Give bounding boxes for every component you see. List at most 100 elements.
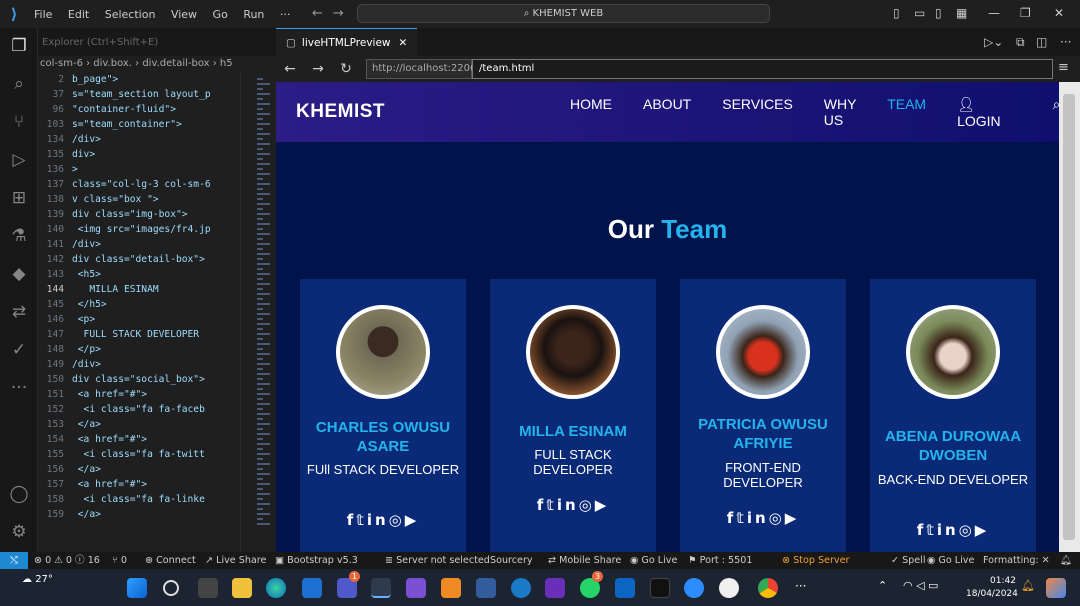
vscode-taskbar-icon[interactable] (371, 578, 391, 598)
copilot-icon[interactable] (1046, 578, 1066, 598)
file-explorer-icon[interactable] (232, 578, 252, 598)
nav-services[interactable]: SERVICES (722, 96, 793, 129)
formatting-button[interactable]: Formatting: ✕ (983, 552, 1050, 569)
forward-arrow-icon[interactable]: → (333, 6, 354, 21)
instagram-icon[interactable]: ◎ (389, 511, 405, 529)
more-actions-icon[interactable]: ··· (1060, 35, 1071, 49)
close-icon[interactable]: ✕ (1054, 6, 1064, 20)
linkedin-taskbar-icon[interactable] (615, 578, 635, 598)
source-control-icon[interactable]: ⑂ (9, 112, 29, 132)
sql-server-icon[interactable] (476, 578, 496, 598)
breadcrumb[interactable]: col-sm-6 › div.box. › div.detail-box › h… (38, 56, 276, 72)
stop-server-button[interactable]: ⊗ Stop Server (782, 552, 849, 569)
menu-view[interactable]: View (171, 8, 197, 21)
nav-home[interactable]: HOME (570, 96, 612, 129)
run-icon[interactable]: ▷⌄ (984, 35, 1003, 49)
server-status[interactable]: ≣ Server not selected (385, 552, 490, 569)
facebook-icon[interactable]: f (537, 496, 547, 514)
minimize-icon[interactable]: — (988, 6, 1000, 20)
linkedin-icon[interactable]: in (367, 511, 389, 529)
whatsapp-icon[interactable]: 3 (580, 571, 603, 598)
wifi-volume-battery-icon[interactable]: ◠ ◁ ▭ (903, 579, 938, 592)
bootstrap-version[interactable]: ▣ Bootstrap v5.3 (275, 552, 358, 569)
youtube-icon[interactable]: ▶ (785, 509, 800, 527)
more-icon[interactable]: ··· (9, 378, 29, 398)
more-apps-icon[interactable]: ··· (795, 579, 806, 593)
edge-icon[interactable] (266, 578, 286, 598)
forward-arrow-icon[interactable]: → (304, 61, 332, 77)
scrollbar-thumb[interactable] (1063, 94, 1075, 540)
discord-like-icon[interactable] (545, 578, 565, 598)
tray-chevron-icon[interactable]: ⌃ (878, 579, 887, 592)
facebook-icon[interactable]: f (917, 521, 927, 539)
nav-team[interactable]: TEAM (887, 96, 926, 129)
clock-date[interactable]: 18/04/2024 (966, 589, 1018, 599)
connect-button[interactable]: ⊕ Connect (145, 552, 196, 569)
nav-login[interactable]: 👤︎LOGIN (957, 96, 1032, 129)
twitter-icon[interactable]: 𝕥 (926, 521, 937, 539)
menu-run[interactable]: Run (243, 8, 264, 21)
notification-icon[interactable]: 🔔︎ (1021, 579, 1035, 592)
preview-scrollbar[interactable] (1059, 82, 1080, 552)
open-preview-icon[interactable]: ⧉ (1016, 35, 1025, 50)
port-indicator[interactable]: ⚑ Port : 5501 (688, 552, 752, 569)
problems-indicator[interactable]: ⊗ 0 ⚠ 0 ⓘ 16 (34, 552, 100, 569)
close-tab-icon[interactable]: ✕ (399, 37, 408, 49)
secondary-sidebar-icon[interactable]: ▯ (935, 6, 942, 20)
youtube-icon[interactable]: ▶ (975, 521, 990, 539)
visual-studio-icon[interactable] (406, 578, 426, 598)
remote-explorer-icon[interactable]: ⇄ (9, 302, 29, 322)
live-share-button[interactable]: ↗ Live Share (205, 552, 266, 569)
instagram-icon[interactable]: ◎ (769, 509, 785, 527)
nav-about[interactable]: ABOUT (643, 96, 691, 129)
testing-icon[interactable]: ⚗ (9, 226, 29, 246)
panel-toggle-icon[interactable]: ▭ (914, 6, 925, 20)
instagram-icon[interactable]: ◎ (579, 496, 595, 514)
task-view-icon[interactable] (198, 578, 218, 598)
xampp-icon[interactable] (441, 578, 461, 598)
menu-more[interactable]: ··· (280, 8, 291, 21)
weather-widget[interactable]: ☁︎ 27° (22, 574, 53, 585)
clock-time[interactable]: 01:42 (990, 576, 1016, 586)
notifications-bell-icon[interactable]: 🔔︎ (1060, 552, 1072, 569)
extensions-icon[interactable]: ⊞ (9, 188, 29, 208)
store-icon[interactable] (302, 578, 322, 598)
url-path-field[interactable]: /team.html (472, 59, 1053, 79)
menu-go[interactable]: Go (213, 8, 228, 21)
site-brand[interactable]: KHEMIST (296, 101, 385, 123)
instagram-icon[interactable]: ◎ (959, 521, 975, 539)
spell-button[interactable]: ✓ Spell (891, 552, 926, 569)
github-icon[interactable] (719, 578, 739, 598)
test-check-icon[interactable]: ✓ (9, 340, 29, 360)
account-icon[interactable]: ◯ (9, 484, 29, 504)
minimap[interactable] (240, 72, 276, 552)
linkedin-icon[interactable]: in (747, 509, 769, 527)
remote-indicator-icon[interactable]: ⤭ (0, 552, 28, 569)
back-arrow-icon[interactable]: ← (312, 6, 333, 21)
search-icon[interactable] (163, 580, 179, 596)
youtube-icon[interactable]: ▶ (595, 496, 610, 514)
app-store-icon[interactable] (511, 578, 531, 598)
command-center[interactable]: ⌕ KHEMIST WEB (357, 4, 770, 23)
hamburger-menu-icon[interactable]: ≡ (1058, 60, 1069, 75)
settings-gear-icon[interactable]: ⚙ (9, 522, 29, 542)
python-icon[interactable]: ◆ (9, 264, 29, 284)
menu-selection[interactable]: Selection (105, 8, 156, 21)
linkedin-icon[interactable]: in (557, 496, 579, 514)
tab-live-html-preview[interactable]: ▢ liveHTMLPreview ✕ (276, 28, 418, 56)
twitter-icon[interactable]: 𝕥 (356, 511, 367, 529)
tiktok-icon[interactable] (650, 578, 670, 598)
layout-toggle-icon[interactable]: ▯ (893, 6, 900, 20)
menu-file[interactable]: File (34, 8, 52, 21)
teams-icon[interactable]: 1 (337, 571, 360, 598)
windows-start-icon[interactable] (127, 578, 147, 598)
mobile-share-button[interactable]: ⇄ Mobile Share (548, 552, 621, 569)
reload-icon[interactable]: ↻ (332, 61, 360, 77)
twitter-icon[interactable]: 𝕥 (736, 509, 747, 527)
search-icon[interactable]: ⌕ (9, 74, 29, 94)
youtube-icon[interactable]: ▶ (405, 511, 420, 529)
nav-why-us[interactable]: WHY US (824, 96, 856, 129)
split-editor-icon[interactable]: ◫ (1036, 35, 1047, 49)
sourcery-button[interactable]: Sourcery (490, 552, 533, 569)
facebook-icon[interactable]: f (727, 509, 737, 527)
